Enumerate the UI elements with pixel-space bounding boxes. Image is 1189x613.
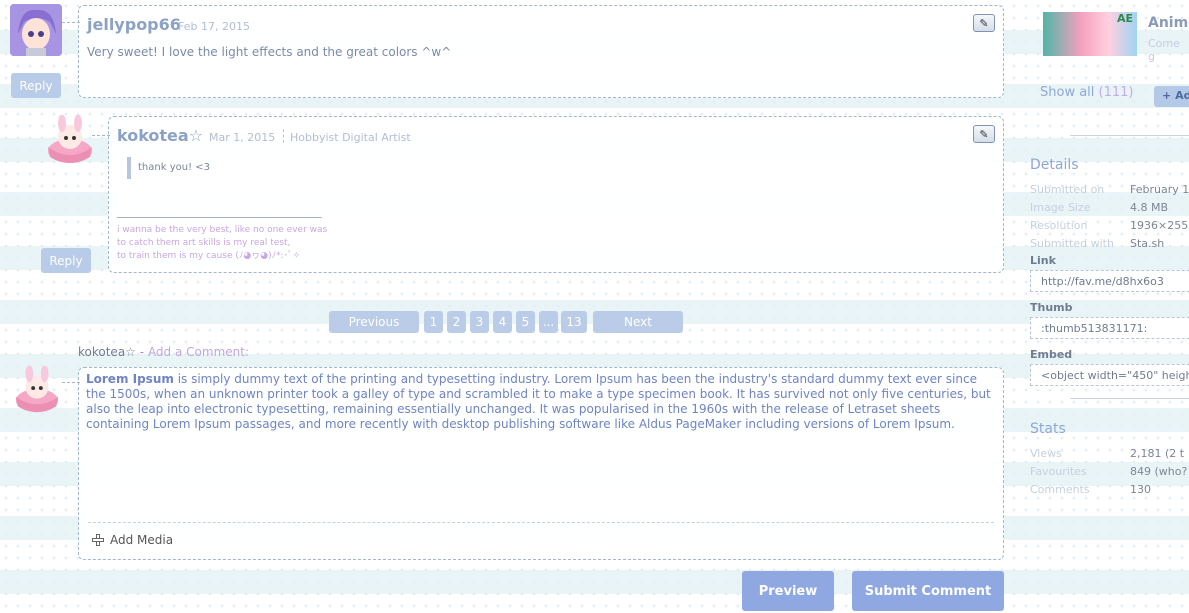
- page-4-button[interactable]: 4: [493, 311, 512, 333]
- preview-button[interactable]: Preview: [742, 571, 834, 611]
- comment-username[interactable]: jellypop66: [87, 15, 181, 34]
- group-subtitle: Come g: [1148, 37, 1180, 63]
- user-role: Hobbyist Digital Artist: [290, 131, 411, 144]
- add-media-button[interactable]: Add Media: [92, 533, 173, 547]
- avatar-image: [48, 115, 92, 163]
- avatar-image: [15, 366, 59, 413]
- submit-comment-button[interactable]: Submit Comment: [852, 571, 1004, 611]
- page-5-button[interactable]: 5: [516, 311, 535, 333]
- signature-divider: [117, 217, 322, 218]
- stat-label: Comments: [1030, 483, 1090, 496]
- comment-pointer: [62, 382, 80, 392]
- avatar-image: [10, 4, 62, 56]
- username-text[interactable]: kokotea: [117, 126, 189, 145]
- add-button-label: Ad: [1175, 89, 1189, 102]
- stat-label: Favourites: [1030, 465, 1087, 478]
- page-ellipsis: ...: [539, 311, 558, 333]
- signature-line: i wanna be the very best, like no one ev…: [117, 225, 328, 235]
- username-text[interactable]: kokotea: [78, 345, 125, 359]
- add-comment-header: kokotea☆ - Add a Comment:: [78, 345, 249, 359]
- comment-date[interactable]: Feb 17, 2015: [178, 20, 250, 33]
- star-icon: ☆: [188, 126, 204, 145]
- detail-value: February 1: [1130, 183, 1189, 196]
- comment-pointer: [62, 22, 80, 32]
- avatar-kokotea-comment2[interactable]: [44, 115, 96, 165]
- signature-line: to train them is my cause (ﾉ◕ヮ◕)ﾉ*:･ﾟ✧: [117, 251, 301, 261]
- detail-label: Image Size: [1030, 201, 1091, 214]
- detail-label: Submitted on: [1030, 183, 1105, 196]
- avatar-jellypop66[interactable]: [10, 4, 62, 56]
- group-badge: AE: [1116, 12, 1133, 25]
- quote-bar: [127, 157, 131, 179]
- detail-label: Submitted with: [1030, 237, 1114, 250]
- comment-textarea[interactable]: Lorem Ipsum is simply dummy text of the …: [86, 372, 998, 432]
- next-page-button[interactable]: Next: [593, 311, 683, 333]
- link-field[interactable]: http://fav.me/d8hx6o3: [1030, 270, 1189, 292]
- comment-text: Very sweet! I love the light effects and…: [87, 45, 452, 59]
- link-heading: Link: [1030, 254, 1056, 267]
- show-all-label: Show all: [1040, 85, 1095, 100]
- sidebar-divider: [1070, 398, 1189, 399]
- thumb-heading: Thumb: [1030, 301, 1073, 314]
- add-comment-label: Add a Comment:: [147, 345, 249, 359]
- body-text: is simply dummy text of the printing and…: [86, 372, 991, 431]
- reply-button-comment2[interactable]: Reply: [41, 248, 91, 273]
- stat-value: 2,181 (2 t: [1130, 447, 1185, 460]
- signature-line: to catch them art skills is my real test…: [117, 238, 291, 248]
- pencil-icon: ✎: [979, 127, 989, 141]
- add-media-label: Add Media: [110, 533, 174, 547]
- stat-value: 130: [1130, 483, 1151, 496]
- editor-divider: [88, 522, 994, 523]
- comment-pointer: [92, 135, 110, 145]
- detail-value: 1936×255: [1130, 219, 1189, 232]
- thumb-field[interactable]: :thumb513831171:: [1030, 317, 1189, 339]
- page-3-button[interactable]: 3: [470, 311, 489, 333]
- signature: i wanna be the very best, like no one ev…: [117, 224, 327, 263]
- comment-date[interactable]: Mar 1, 2015: [209, 131, 275, 144]
- comment-text: thank you! <3: [138, 162, 210, 173]
- plus-icon: +: [1162, 89, 1172, 102]
- bold-text: Lorem Ipsum: [86, 372, 174, 386]
- comment-username[interactable]: kokotea☆: [117, 126, 203, 145]
- embed-field[interactable]: <object width="450" height: [1030, 364, 1189, 386]
- plus-icon: [92, 534, 104, 546]
- page-13-button[interactable]: 13: [561, 311, 587, 333]
- star-icon: ☆: [125, 345, 136, 359]
- add-group-button[interactable]: + Ad: [1154, 86, 1189, 107]
- page-1-button[interactable]: 1: [424, 311, 443, 333]
- avatar-kokotea-commenter[interactable]: [12, 366, 62, 414]
- stat-value: 849 (who?: [1130, 465, 1188, 478]
- details-heading: Details: [1030, 157, 1079, 173]
- stat-label: Views: [1030, 447, 1062, 460]
- embed-heading: Embed: [1030, 348, 1073, 361]
- date-role-divider: [283, 129, 284, 143]
- sidebar-divider: [1070, 135, 1189, 136]
- detail-value: Sta.sh: [1130, 237, 1165, 250]
- edit-button-comment2[interactable]: ✎: [973, 125, 995, 143]
- show-all-count: (111): [1098, 85, 1134, 100]
- pencil-icon: ✎: [979, 16, 989, 30]
- detail-value: 4.8 MB: [1130, 201, 1169, 214]
- separator: -: [139, 345, 145, 359]
- group-thumbnail[interactable]: AE: [1043, 12, 1137, 56]
- stats-heading: Stats: [1030, 421, 1066, 437]
- previous-page-button[interactable]: Previous: [329, 311, 419, 333]
- reply-button-comment1[interactable]: Reply: [11, 73, 61, 98]
- edit-button-comment1[interactable]: ✎: [973, 14, 995, 32]
- detail-label: Resolution: [1030, 219, 1088, 232]
- show-all-link[interactable]: Show all (111): [1040, 85, 1134, 100]
- page-2-button[interactable]: 2: [447, 311, 466, 333]
- group-title[interactable]: Anime: [1148, 15, 1189, 31]
